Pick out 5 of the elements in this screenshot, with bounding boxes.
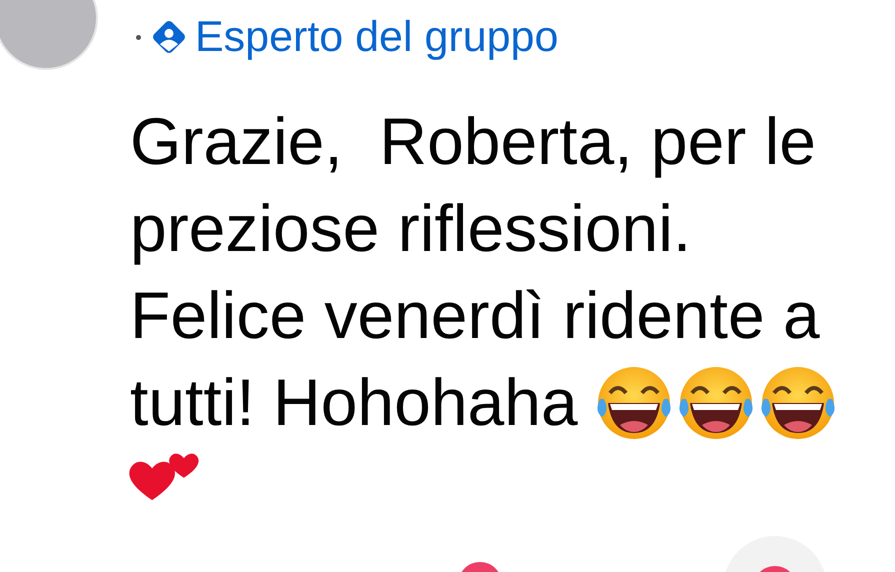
comment-line: Grazie, Roberta, per le: [130, 103, 816, 180]
comment-line: tutti! Hohohaha: [130, 364, 578, 441]
badge-label[interactable]: Esperto del gruppo: [195, 12, 558, 62]
comment-line: preziose riflessioni.: [130, 190, 692, 267]
comment-line: Felice venerdì ridente a: [130, 277, 820, 354]
